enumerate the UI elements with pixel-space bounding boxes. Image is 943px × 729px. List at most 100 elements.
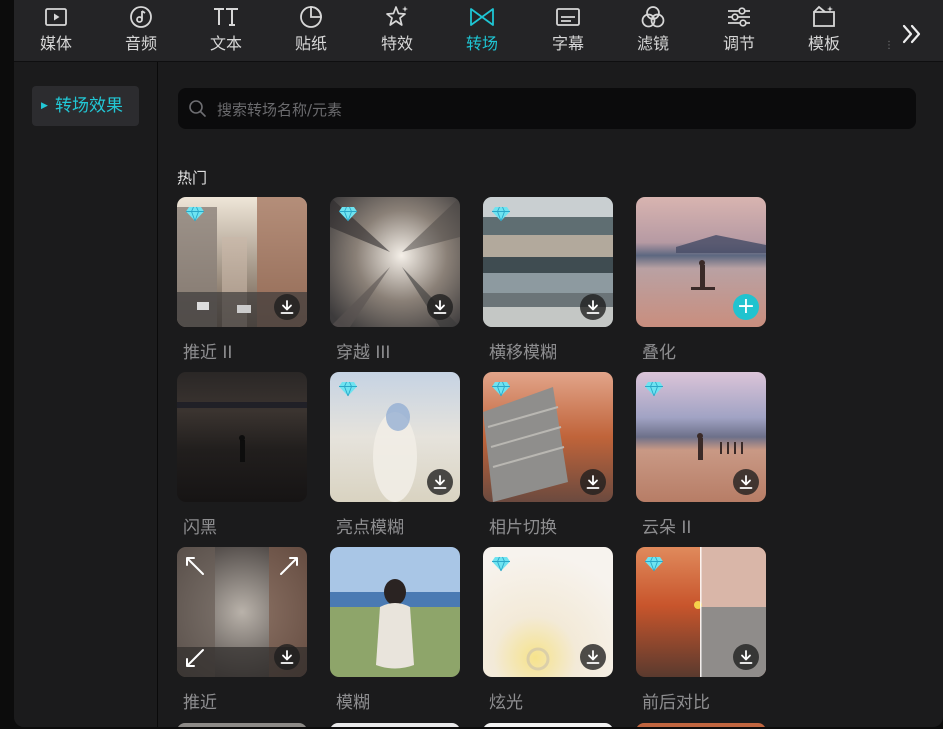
tab-label: 音频	[124, 34, 157, 53]
transition-thumbnail	[483, 197, 613, 327]
search-input[interactable]	[215, 88, 899, 131]
transition-card[interactable]: 推近	[177, 547, 307, 719]
transition-name: 前后对比	[642, 693, 710, 713]
tab-template[interactable]: 模板	[789, 4, 859, 58]
tab-sticker[interactable]: 贴纸	[276, 4, 346, 58]
media-icon	[43, 4, 69, 30]
tab-label: 贴纸	[294, 34, 327, 53]
tab-label: 特效	[380, 34, 413, 53]
sidebar-item-label: 转场效果	[55, 96, 123, 116]
transition-name: 亮点模糊	[336, 518, 404, 538]
transition-card[interactable]: 推近 II	[177, 197, 307, 369]
audio-icon	[128, 4, 154, 30]
download-button[interactable]	[274, 644, 300, 670]
premium-gem-icon	[339, 206, 357, 222]
transition-name: 闪黑	[183, 518, 217, 538]
transition-name: 推近	[183, 693, 217, 713]
caret-right-icon: ▶	[41, 101, 48, 111]
transition-card-partial[interactable]	[483, 723, 613, 727]
transition-name: 云朵 II	[642, 518, 692, 538]
arrow-expand-icon	[280, 557, 298, 575]
transition-name: 推近 II	[183, 343, 233, 363]
transition-grid: 推近 II 穿越 III 横移模糊 + 叠化 闪黑 亮点模糊 相片切换 云朵 I…	[177, 197, 937, 727]
transition-name: 相片切换	[489, 518, 557, 538]
transition-card[interactable]: 炫光	[483, 547, 613, 719]
overflow-separator: ⋮	[884, 40, 894, 51]
download-icon	[739, 650, 753, 664]
download-icon	[586, 475, 600, 489]
top-toolbar: 媒体 音频 文本 贴纸 特效 转场 字幕 滤镜 调节 模板 ⋮	[14, 0, 943, 62]
download-button[interactable]	[580, 294, 606, 320]
transition-name: 炫光	[489, 693, 523, 713]
transition-thumbnail	[483, 372, 613, 502]
download-icon	[280, 650, 294, 664]
transition-thumbnail	[177, 197, 307, 327]
premium-gem-icon	[645, 381, 663, 397]
filter-icon	[640, 4, 666, 30]
text-icon	[213, 4, 239, 30]
tab-transition[interactable]: 转场	[447, 4, 517, 58]
download-button[interactable]	[733, 469, 759, 495]
add-button[interactable]: +	[733, 294, 759, 320]
subtitle-icon	[555, 4, 581, 30]
download-button[interactable]	[274, 294, 300, 320]
transition-thumbnail: +	[636, 197, 766, 327]
transition-thumbnail	[330, 372, 460, 502]
transition-card[interactable]: 前后对比	[636, 547, 766, 719]
effects-icon	[384, 4, 410, 30]
transition-card[interactable]: 亮点模糊	[330, 372, 460, 544]
download-button[interactable]	[733, 644, 759, 670]
transition-name: 叠化	[642, 343, 676, 363]
transition-name: 模糊	[336, 693, 370, 713]
arrow-expand-icon	[186, 557, 204, 575]
transition-card[interactable]: 相片切换	[483, 372, 613, 544]
search-box[interactable]	[178, 88, 916, 131]
premium-gem-icon	[339, 381, 357, 397]
tab-subtitle[interactable]: 字幕	[533, 4, 603, 58]
transition-icon	[469, 4, 495, 30]
sidebar-item-transition-effects[interactable]: ▶ 转场效果	[32, 86, 139, 126]
transition-thumbnail	[636, 547, 766, 677]
transition-card-partial[interactable]	[636, 723, 766, 727]
template-icon	[811, 4, 837, 30]
download-button[interactable]	[427, 469, 453, 495]
tab-text[interactable]: 文本	[191, 4, 261, 58]
download-icon	[586, 650, 600, 664]
tab-adjust[interactable]: 调节	[704, 4, 774, 58]
search-icon	[189, 100, 206, 117]
tab-label: 文本	[209, 34, 242, 53]
download-button[interactable]	[427, 294, 453, 320]
category-sidebar: ▶ 转场效果	[14, 62, 158, 727]
download-button[interactable]	[580, 469, 606, 495]
arrow-expand-icon	[186, 649, 204, 667]
download-icon	[586, 300, 600, 314]
download-icon	[280, 300, 294, 314]
effects-panel: 媒体 音频 文本 贴纸 特效 转场 字幕 滤镜 调节 模板 ⋮ ▶ 转场效果 搜…	[14, 0, 943, 727]
transition-card-partial[interactable]	[330, 723, 460, 727]
download-icon	[739, 475, 753, 489]
tab-label: 模板	[807, 34, 840, 53]
tab-effects[interactable]: 特效	[362, 4, 432, 58]
sticker-icon	[298, 4, 324, 30]
download-button[interactable]	[580, 644, 606, 670]
tab-audio[interactable]: 音频	[106, 4, 176, 58]
plus-icon: +	[736, 294, 756, 319]
transition-card[interactable]: 穿越 III	[330, 197, 460, 369]
tab-filter[interactable]: 滤镜	[618, 4, 688, 58]
transition-name: 穿越 III	[336, 343, 391, 363]
premium-gem-icon	[492, 381, 510, 397]
transition-card[interactable]: 模糊	[330, 547, 460, 719]
transition-thumbnail	[177, 372, 307, 502]
transition-thumbnail	[636, 372, 766, 502]
transition-card[interactable]: + 叠化	[636, 197, 766, 369]
double-chevron-right-icon[interactable]	[898, 20, 926, 48]
tab-label: 调节	[722, 34, 755, 53]
tab-media[interactable]: 媒体	[21, 4, 91, 58]
transition-card[interactable]: 闪黑	[177, 372, 307, 544]
tab-label: 滤镜	[636, 34, 669, 53]
transition-card-partial[interactable]	[177, 723, 307, 727]
transition-card[interactable]: 横移模糊	[483, 197, 613, 369]
transition-card[interactable]: 云朵 II	[636, 372, 766, 544]
transition-thumbnail	[330, 547, 460, 677]
premium-gem-icon	[645, 556, 663, 572]
